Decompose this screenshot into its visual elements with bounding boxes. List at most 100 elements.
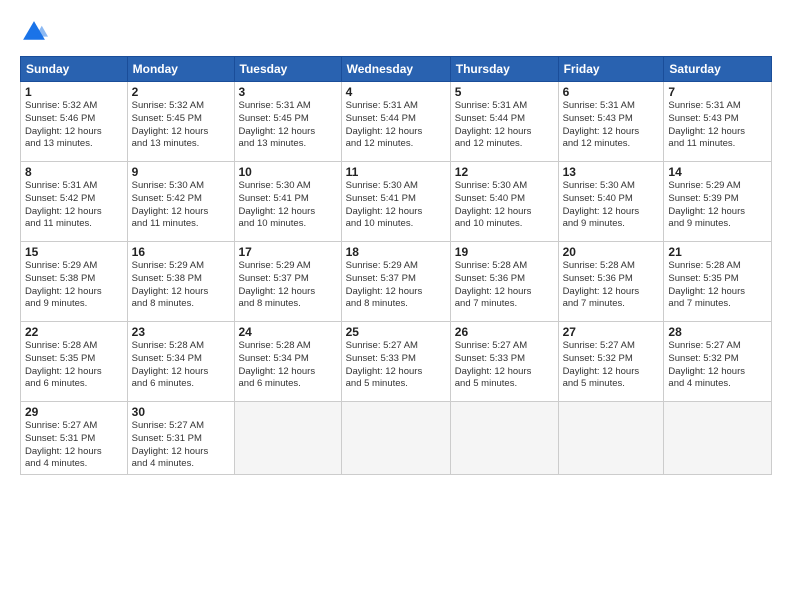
day-number: 27: [563, 325, 660, 339]
calendar-week-row: 8 Sunrise: 5:31 AMSunset: 5:42 PMDayligh…: [21, 162, 772, 242]
calendar-week-row: 22 Sunrise: 5:28 AMSunset: 5:35 PMDaylig…: [21, 322, 772, 402]
calendar-day-cell: 4 Sunrise: 5:31 AMSunset: 5:44 PMDayligh…: [341, 82, 450, 162]
day-number: 20: [563, 245, 660, 259]
day-number: 23: [132, 325, 230, 339]
calendar-day-cell: 13 Sunrise: 5:30 AMSunset: 5:40 PMDaylig…: [558, 162, 664, 242]
calendar-week-row: 29 Sunrise: 5:27 AMSunset: 5:31 PMDaylig…: [21, 402, 772, 475]
day-detail: Sunrise: 5:28 AMSunset: 5:36 PMDaylight:…: [455, 260, 532, 309]
calendar-day-cell: 28 Sunrise: 5:27 AMSunset: 5:32 PMDaylig…: [664, 322, 772, 402]
day-detail: Sunrise: 5:30 AMSunset: 5:40 PMDaylight:…: [455, 180, 532, 229]
day-detail: Sunrise: 5:29 AMSunset: 5:38 PMDaylight:…: [132, 260, 209, 309]
day-number: 9: [132, 165, 230, 179]
calendar-day-cell: 11 Sunrise: 5:30 AMSunset: 5:41 PMDaylig…: [341, 162, 450, 242]
day-detail: Sunrise: 5:29 AMSunset: 5:38 PMDaylight:…: [25, 260, 102, 309]
calendar-day-cell: 22 Sunrise: 5:28 AMSunset: 5:35 PMDaylig…: [21, 322, 128, 402]
calendar-day-cell: 2 Sunrise: 5:32 AMSunset: 5:45 PMDayligh…: [127, 82, 234, 162]
day-detail: Sunrise: 5:28 AMSunset: 5:34 PMDaylight:…: [132, 340, 209, 389]
day-number: 16: [132, 245, 230, 259]
calendar-day-cell: [341, 402, 450, 475]
day-number: 12: [455, 165, 554, 179]
calendar-day-cell: 17 Sunrise: 5:29 AMSunset: 5:37 PMDaylig…: [234, 242, 341, 322]
calendar-day-cell: 6 Sunrise: 5:31 AMSunset: 5:43 PMDayligh…: [558, 82, 664, 162]
calendar-day-cell: 8 Sunrise: 5:31 AMSunset: 5:42 PMDayligh…: [21, 162, 128, 242]
day-number: 21: [668, 245, 767, 259]
calendar-day-cell: 29 Sunrise: 5:27 AMSunset: 5:31 PMDaylig…: [21, 402, 128, 475]
day-number: 26: [455, 325, 554, 339]
day-detail: Sunrise: 5:32 AMSunset: 5:45 PMDaylight:…: [132, 100, 209, 149]
calendar-day-cell: 12 Sunrise: 5:30 AMSunset: 5:40 PMDaylig…: [450, 162, 558, 242]
calendar-day-cell: 16 Sunrise: 5:29 AMSunset: 5:38 PMDaylig…: [127, 242, 234, 322]
day-detail: Sunrise: 5:31 AMSunset: 5:44 PMDaylight:…: [455, 100, 532, 149]
day-detail: Sunrise: 5:30 AMSunset: 5:41 PMDaylight:…: [239, 180, 316, 229]
day-number: 28: [668, 325, 767, 339]
calendar-day-cell: 9 Sunrise: 5:30 AMSunset: 5:42 PMDayligh…: [127, 162, 234, 242]
day-number: 30: [132, 405, 230, 419]
day-detail: Sunrise: 5:31 AMSunset: 5:43 PMDaylight:…: [563, 100, 640, 149]
calendar-day-cell: 27 Sunrise: 5:27 AMSunset: 5:32 PMDaylig…: [558, 322, 664, 402]
day-number: 6: [563, 85, 660, 99]
day-detail: Sunrise: 5:30 AMSunset: 5:41 PMDaylight:…: [346, 180, 423, 229]
day-detail: Sunrise: 5:31 AMSunset: 5:43 PMDaylight:…: [668, 100, 745, 149]
weekday-header: Tuesday: [234, 57, 341, 82]
logo: [20, 18, 52, 46]
day-detail: Sunrise: 5:29 AMSunset: 5:37 PMDaylight:…: [239, 260, 316, 309]
day-number: 1: [25, 85, 123, 99]
day-number: 18: [346, 245, 446, 259]
day-number: 8: [25, 165, 123, 179]
calendar-week-row: 1 Sunrise: 5:32 AMSunset: 5:46 PMDayligh…: [21, 82, 772, 162]
day-number: 22: [25, 325, 123, 339]
weekday-header: Thursday: [450, 57, 558, 82]
day-detail: Sunrise: 5:30 AMSunset: 5:40 PMDaylight:…: [563, 180, 640, 229]
day-detail: Sunrise: 5:31 AMSunset: 5:44 PMDaylight:…: [346, 100, 423, 149]
day-detail: Sunrise: 5:27 AMSunset: 5:32 PMDaylight:…: [563, 340, 640, 389]
calendar-day-cell: 14 Sunrise: 5:29 AMSunset: 5:39 PMDaylig…: [664, 162, 772, 242]
day-number: 19: [455, 245, 554, 259]
day-detail: Sunrise: 5:27 AMSunset: 5:33 PMDaylight:…: [455, 340, 532, 389]
page: SundayMondayTuesdayWednesdayThursdayFrid…: [0, 0, 792, 485]
calendar-day-cell: 10 Sunrise: 5:30 AMSunset: 5:41 PMDaylig…: [234, 162, 341, 242]
weekday-header: Monday: [127, 57, 234, 82]
day-detail: Sunrise: 5:29 AMSunset: 5:37 PMDaylight:…: [346, 260, 423, 309]
day-number: 5: [455, 85, 554, 99]
calendar-day-cell: 24 Sunrise: 5:28 AMSunset: 5:34 PMDaylig…: [234, 322, 341, 402]
calendar-day-cell: 19 Sunrise: 5:28 AMSunset: 5:36 PMDaylig…: [450, 242, 558, 322]
day-detail: Sunrise: 5:27 AMSunset: 5:31 PMDaylight:…: [132, 420, 209, 469]
weekday-header: Wednesday: [341, 57, 450, 82]
day-number: 17: [239, 245, 337, 259]
calendar-day-cell: 15 Sunrise: 5:29 AMSunset: 5:38 PMDaylig…: [21, 242, 128, 322]
day-number: 29: [25, 405, 123, 419]
day-detail: Sunrise: 5:32 AMSunset: 5:46 PMDaylight:…: [25, 100, 102, 149]
logo-icon: [20, 18, 48, 46]
day-detail: Sunrise: 5:30 AMSunset: 5:42 PMDaylight:…: [132, 180, 209, 229]
day-detail: Sunrise: 5:28 AMSunset: 5:36 PMDaylight:…: [563, 260, 640, 309]
day-detail: Sunrise: 5:31 AMSunset: 5:42 PMDaylight:…: [25, 180, 102, 229]
day-number: 10: [239, 165, 337, 179]
day-detail: Sunrise: 5:28 AMSunset: 5:35 PMDaylight:…: [25, 340, 102, 389]
weekday-header: Friday: [558, 57, 664, 82]
calendar-day-cell: 26 Sunrise: 5:27 AMSunset: 5:33 PMDaylig…: [450, 322, 558, 402]
day-number: 14: [668, 165, 767, 179]
calendar-day-cell: 1 Sunrise: 5:32 AMSunset: 5:46 PMDayligh…: [21, 82, 128, 162]
calendar-day-cell: [558, 402, 664, 475]
day-number: 15: [25, 245, 123, 259]
day-number: 25: [346, 325, 446, 339]
calendar-day-cell: 3 Sunrise: 5:31 AMSunset: 5:45 PMDayligh…: [234, 82, 341, 162]
header: [20, 18, 772, 46]
day-detail: Sunrise: 5:27 AMSunset: 5:33 PMDaylight:…: [346, 340, 423, 389]
day-number: 11: [346, 165, 446, 179]
calendar-day-cell: 20 Sunrise: 5:28 AMSunset: 5:36 PMDaylig…: [558, 242, 664, 322]
day-number: 7: [668, 85, 767, 99]
day-detail: Sunrise: 5:27 AMSunset: 5:31 PMDaylight:…: [25, 420, 102, 469]
calendar-day-cell: [664, 402, 772, 475]
calendar-day-cell: 30 Sunrise: 5:27 AMSunset: 5:31 PMDaylig…: [127, 402, 234, 475]
calendar-header-row: SundayMondayTuesdayWednesdayThursdayFrid…: [21, 57, 772, 82]
day-detail: Sunrise: 5:29 AMSunset: 5:39 PMDaylight:…: [668, 180, 745, 229]
weekday-header: Sunday: [21, 57, 128, 82]
day-detail: Sunrise: 5:27 AMSunset: 5:32 PMDaylight:…: [668, 340, 745, 389]
day-detail: Sunrise: 5:28 AMSunset: 5:34 PMDaylight:…: [239, 340, 316, 389]
calendar-day-cell: 25 Sunrise: 5:27 AMSunset: 5:33 PMDaylig…: [341, 322, 450, 402]
day-detail: Sunrise: 5:31 AMSunset: 5:45 PMDaylight:…: [239, 100, 316, 149]
calendar-day-cell: [234, 402, 341, 475]
day-detail: Sunrise: 5:28 AMSunset: 5:35 PMDaylight:…: [668, 260, 745, 309]
day-number: 2: [132, 85, 230, 99]
